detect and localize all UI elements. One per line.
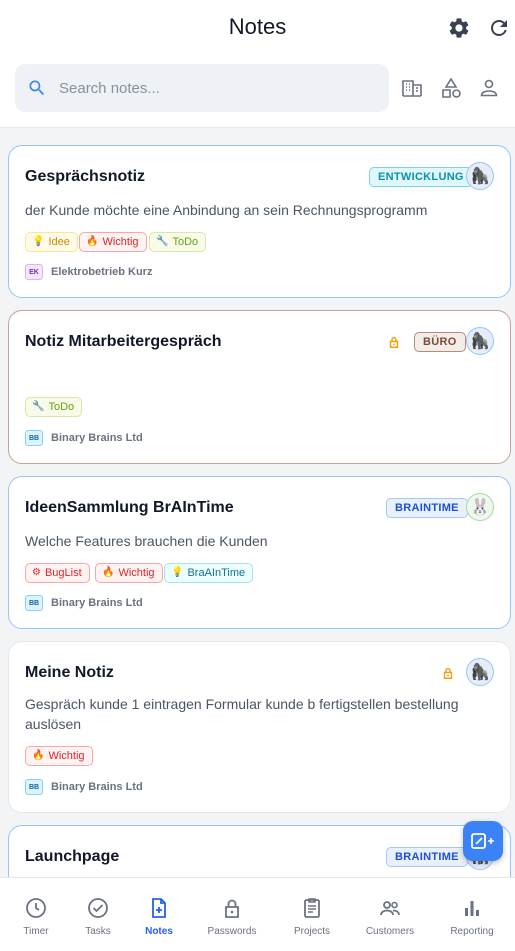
category-badge: BRAINTIME: [386, 847, 468, 867]
search-box: [15, 64, 389, 112]
nav-passwords[interactable]: Passwords: [202, 878, 262, 951]
note-card[interactable]: Launchpage BRAINTIME 🦍: [8, 825, 511, 877]
note-title: Launchpage: [25, 848, 120, 865]
note-card[interactable]: Meine Notiz 🦍 Gespräch kunde 1 eintragen…: [8, 641, 511, 813]
note-title: Gesprächsnotiz: [25, 168, 146, 185]
clock-icon: [26, 898, 46, 918]
new-note-button[interactable]: [463, 821, 503, 861]
nav-label: Projects: [293, 926, 331, 937]
company-name: Binary Brains Ltd: [51, 597, 143, 609]
note-text: der Kunde möchte eine Anbindung an sein …: [25, 202, 428, 218]
wrench-icon: 🔧: [156, 236, 169, 247]
nav-label: Reporting: [450, 926, 494, 937]
nav-label: Timer: [23, 926, 49, 937]
note-text: Gespräch kunde 1 eintragen Formular kund…: [25, 696, 459, 732]
bulb-icon: 💡: [171, 567, 184, 578]
flame-icon: 🔥: [86, 236, 99, 247]
company-name: Binary Brains Ltd: [51, 781, 143, 793]
avatar: 🐰: [466, 493, 494, 521]
flame-icon: 🔥: [32, 750, 45, 761]
note-card[interactable]: IdeenSammlung BrAInTime BRAINTIME 🐰 Welc…: [8, 476, 511, 629]
refresh-icon[interactable]: [487, 16, 511, 40]
category-badge: BRAINTIME: [386, 498, 468, 518]
nav-projects[interactable]: Projects: [286, 878, 338, 951]
lock-icon: [443, 667, 453, 679]
wrench-icon: 🔧: [32, 401, 45, 412]
bottom-navigation: Timer Tasks Notes Passwords Projects Cus…: [0, 877, 515, 951]
note-text: Welche Features brauchen die Kunden: [25, 533, 268, 549]
company-row: BB Binary Brains Ltd: [25, 594, 143, 612]
tag: 🔥 Wichtig: [79, 232, 147, 252]
person-icon[interactable]: [477, 76, 501, 100]
company-row: BB Binary Brains Ltd: [25, 778, 143, 796]
clipboard-icon: [304, 898, 320, 918]
tag: 💡 BraAInTime: [164, 563, 254, 583]
check-circle-icon: [88, 898, 108, 918]
nav-label: Notes: [145, 926, 173, 937]
company-badge: EK: [25, 264, 43, 280]
tag: 🔧 ToDo: [149, 232, 207, 252]
note-title: Notiz Mitarbeitergespräch: [25, 333, 222, 350]
nav-label: Tasks: [85, 926, 111, 937]
top-app-bar: Notes: [0, 0, 515, 128]
tag: 🔧 ToDo: [25, 397, 83, 417]
new-note-icon: [471, 833, 494, 849]
tag: 🔥 Wichtig: [25, 746, 93, 766]
avatar: 🦍: [466, 658, 494, 686]
nav-customers[interactable]: Customers: [360, 878, 420, 951]
flame-icon: 🔥: [102, 567, 115, 578]
search-icon: [29, 80, 45, 96]
company-badge: BB: [25, 595, 43, 611]
avatar: 🦍: [466, 327, 494, 355]
tag: 🔥 Wichtig: [95, 563, 163, 583]
company-badge: BB: [25, 779, 43, 795]
company-row: BB Binary Brains Ltd: [25, 429, 143, 447]
nav-notes[interactable]: Notes: [139, 878, 179, 951]
lightbulb-icon: 💡: [32, 236, 45, 247]
notes-list: Gesprächsnotiz ENTWICKLUNG 🦍 der Kunde m…: [0, 129, 515, 877]
note-title: Meine Notiz: [25, 664, 114, 681]
nav-label: Customers: [365, 926, 415, 937]
note-add-icon: [152, 898, 166, 918]
category-badge: ENTWICKLUNG: [369, 167, 473, 187]
bar-chart-icon: [465, 901, 479, 916]
page-title: Notes: [228, 14, 287, 39]
bug-icon: ⚙: [32, 567, 41, 578]
nav-label: Passwords: [207, 926, 257, 937]
building-icon[interactable]: [400, 76, 424, 100]
avatar: 🦍: [466, 162, 494, 190]
category-badge: BÜRO: [414, 332, 466, 352]
nav-tasks[interactable]: Tasks: [78, 878, 118, 951]
lock-icon: [389, 336, 399, 348]
company-badge: BB: [25, 430, 43, 446]
gear-icon[interactable]: [447, 16, 471, 40]
company-name: Binary Brains Ltd: [51, 432, 143, 444]
company-name: Elektrobetrieb Kurz: [51, 266, 153, 278]
note-title: IdeenSammlung BrAInTime: [25, 499, 234, 516]
people-icon: [380, 901, 400, 916]
note-card[interactable]: Notiz Mitarbeitergespräch BÜRO 🦍 🔧 ToDo B…: [8, 310, 511, 464]
note-card[interactable]: Gesprächsnotiz ENTWICKLUNG 🦍 der Kunde m…: [8, 145, 511, 298]
company-row: EK Elektrobetrieb Kurz: [25, 263, 152, 281]
nav-reporting[interactable]: Reporting: [444, 878, 500, 951]
tag: ⚙ BugList: [25, 563, 90, 583]
lock-icon: [225, 899, 239, 918]
shapes-icon[interactable]: [439, 76, 463, 100]
nav-timer[interactable]: Timer: [16, 878, 56, 951]
tag: 💡 Idee: [25, 232, 78, 252]
search-input[interactable]: [59, 64, 379, 112]
